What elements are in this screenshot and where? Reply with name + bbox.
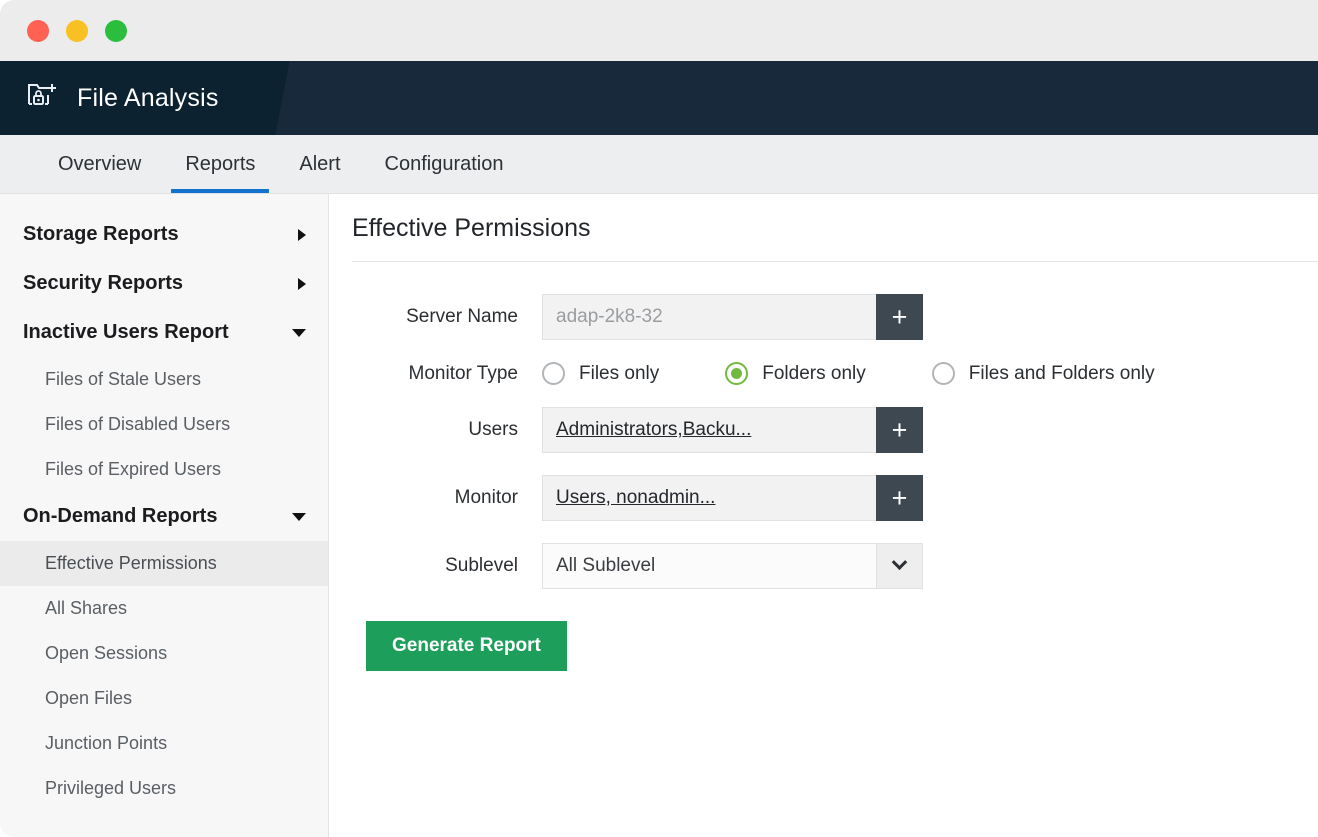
sidebar-group-label: Storage Reports (23, 223, 179, 246)
radio-label: Files and Folders only (969, 363, 1155, 385)
server-name-input[interactable]: adap-2k8-32 (542, 294, 876, 340)
sidebar-item-effective-permissions[interactable]: Effective Permissions (0, 541, 328, 586)
main-content: Effective Permissions Server Name adap-2… (329, 194, 1318, 837)
monitor-type-label: Monitor Type (352, 363, 542, 385)
server-name-row: Server Name adap-2k8-32 + (352, 294, 1318, 340)
users-input[interactable]: Administrators,Backu... (542, 407, 876, 453)
monitor-type-option-folders-only[interactable]: Folders only (725, 362, 866, 385)
radio-icon[interactable] (542, 362, 565, 385)
tab-reports[interactable]: Reports (163, 135, 277, 193)
sidebar-group-on-demand-reports[interactable]: On-Demand Reports (0, 492, 328, 541)
sidebar-group-label: Inactive Users Report (23, 321, 229, 344)
caret-down-icon (292, 513, 306, 521)
radio-selected-icon[interactable] (725, 362, 748, 385)
sublevel-label: Sublevel (352, 555, 542, 577)
app-header: File Analysis (0, 61, 1318, 135)
sidebar-group-label: On-Demand Reports (23, 505, 217, 528)
maximize-window-button[interactable] (105, 20, 127, 42)
minimize-window-button[interactable] (66, 20, 88, 42)
server-name-add-button[interactable]: + (876, 294, 923, 340)
window-controls (27, 20, 127, 42)
monitor-input[interactable]: Users, nonadmin... (542, 475, 876, 521)
main-nav: Overview Reports Alert Configuration (0, 135, 1318, 194)
close-window-button[interactable] (27, 20, 49, 42)
monitor-row: Monitor Users, nonadmin... + (352, 475, 1318, 521)
monitor-label: Monitor (352, 487, 542, 509)
sidebar-item-privileged-users[interactable]: Privileged Users (0, 766, 328, 811)
server-name-label: Server Name (352, 306, 542, 328)
tab-alert[interactable]: Alert (277, 135, 362, 193)
sublevel-row: Sublevel All Sublevel (352, 543, 1318, 589)
app-window: File Analysis Overview Reports Alert Con… (0, 0, 1318, 837)
body: Storage Reports Security Reports Inactiv… (0, 194, 1318, 837)
sidebar-group-inactive-users-report[interactable]: Inactive Users Report (0, 308, 328, 357)
sidebar-item-all-shares[interactable]: All Shares (0, 586, 328, 631)
app-title: File Analysis (77, 84, 219, 113)
radio-label: Files only (579, 363, 659, 385)
users-row: Users Administrators,Backu... + (352, 407, 1318, 453)
users-value-link[interactable]: Administrators,Backu... (556, 419, 751, 441)
monitor-type-option-files-and-folders-only[interactable]: Files and Folders only (932, 362, 1155, 385)
sidebar-item-files-of-disabled-users[interactable]: Files of Disabled Users (0, 402, 328, 447)
chevron-down-icon[interactable] (876, 543, 923, 589)
sublevel-selected-value: All Sublevel (542, 543, 876, 589)
monitor-type-row: Monitor Type Files only Folders only (352, 362, 1318, 385)
title-bar (0, 0, 1318, 61)
caret-right-icon (298, 229, 306, 241)
sidebar-item-files-of-stale-users[interactable]: Files of Stale Users (0, 357, 328, 402)
monitor-add-button[interactable]: + (876, 475, 923, 521)
folder-lock-add-icon (25, 81, 59, 115)
page-title: Effective Permissions (352, 214, 1318, 261)
sidebar-item-junction-points[interactable]: Junction Points (0, 721, 328, 766)
sidebar-item-open-files[interactable]: Open Files (0, 676, 328, 721)
sidebar: Storage Reports Security Reports Inactiv… (0, 194, 329, 837)
radio-icon[interactable] (932, 362, 955, 385)
sublevel-select[interactable]: All Sublevel (542, 543, 923, 589)
sidebar-group-storage-reports[interactable]: Storage Reports (0, 210, 328, 259)
effective-permissions-form: Server Name adap-2k8-32 + Monitor Type F… (352, 262, 1318, 671)
monitor-type-radio-group: Files only Folders only Files and Folder… (542, 362, 1155, 385)
sidebar-group-label: Security Reports (23, 272, 183, 295)
users-field: Administrators,Backu... + (542, 407, 923, 453)
caret-down-icon (292, 329, 306, 337)
monitor-value-link[interactable]: Users, nonadmin... (556, 487, 715, 509)
radio-label: Folders only (762, 363, 866, 385)
tab-configuration[interactable]: Configuration (363, 135, 526, 193)
tab-overview[interactable]: Overview (36, 135, 163, 193)
sidebar-item-files-of-expired-users[interactable]: Files of Expired Users (0, 447, 328, 492)
users-label: Users (352, 419, 542, 441)
server-name-field: adap-2k8-32 + (542, 294, 923, 340)
monitor-type-option-files-only[interactable]: Files only (542, 362, 659, 385)
sidebar-group-security-reports[interactable]: Security Reports (0, 259, 328, 308)
generate-report-button[interactable]: Generate Report (366, 621, 567, 671)
monitor-field: Users, nonadmin... + (542, 475, 923, 521)
users-add-button[interactable]: + (876, 407, 923, 453)
sidebar-item-open-sessions[interactable]: Open Sessions (0, 631, 328, 676)
caret-right-icon (298, 278, 306, 290)
